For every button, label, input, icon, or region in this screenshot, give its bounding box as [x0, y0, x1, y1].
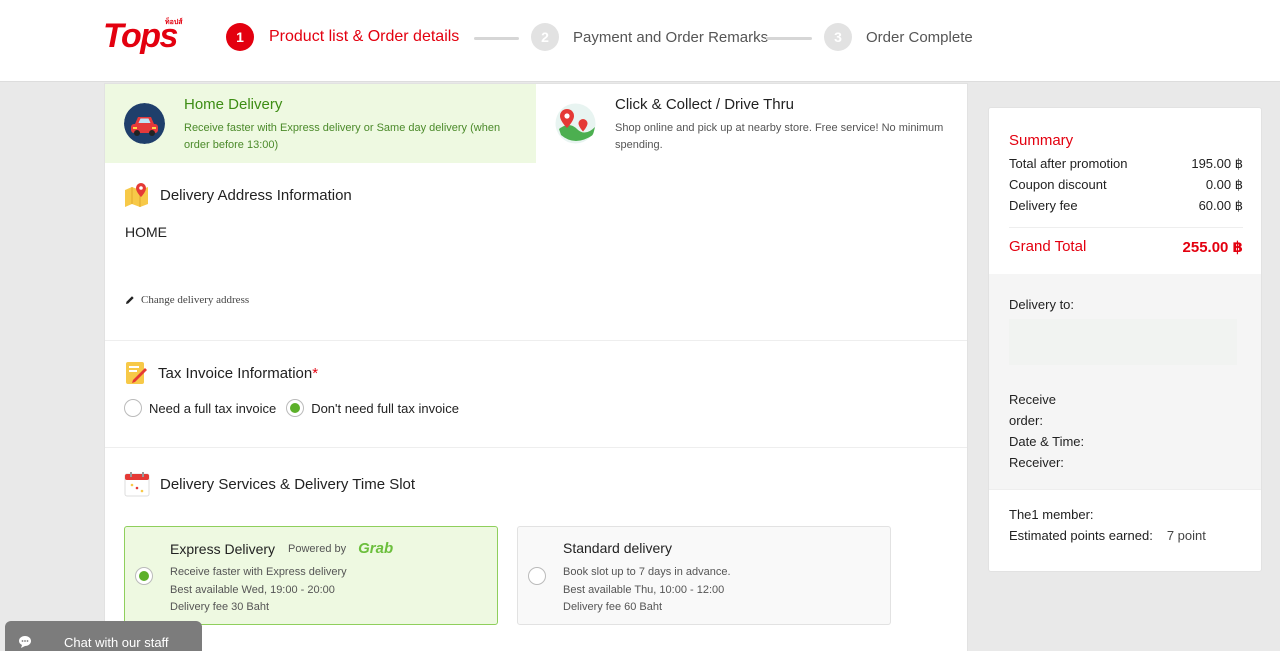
- radio-standard-delivery[interactable]: [528, 567, 546, 585]
- logo-subtext: ท็อปส์: [165, 19, 183, 26]
- step-number: 3: [824, 23, 852, 51]
- the1-member-label: The1 member:: [1009, 507, 1094, 522]
- summary-row-value: 195.00 ฿: [1191, 156, 1243, 171]
- points-label: Estimated points earned:: [1009, 528, 1153, 543]
- step-label: Order Complete: [866, 28, 973, 46]
- grab-logo: Grab: [358, 540, 394, 557]
- tax-section-header: Tax Invoice Information*: [124, 360, 318, 386]
- change-address-label: Change delivery address: [141, 294, 250, 306]
- summary-row: Total after promotion 195.00 ฿: [1009, 156, 1243, 172]
- tab-description: Receive faster with Express delivery or …: [184, 122, 501, 151]
- pencil-icon: [126, 296, 134, 304]
- delivery-address-placeholder: [1009, 319, 1237, 365]
- standard-delivery-card[interactable]: Standard delivery Book slot up to 7 days…: [517, 526, 891, 625]
- delivery-card-title: Express Delivery: [170, 540, 276, 557]
- radio-express-delivery[interactable]: [135, 567, 153, 585]
- step-1: 1 Product list & Order details: [226, 23, 459, 51]
- services-section-header: Delivery Services & Delivery Time Slot: [124, 471, 415, 497]
- detail-line: Delivery fee 60 Baht: [563, 601, 663, 613]
- tab-title: Home Delivery: [184, 96, 283, 113]
- date-time-label: Date & Time:: [1009, 434, 1085, 449]
- step-label: Payment and Order Remarks: [573, 28, 769, 46]
- tax-title-text: Tax Invoice Information: [158, 364, 313, 382]
- summary-row-label: Coupon discount: [1009, 177, 1107, 192]
- points-row: Estimated points earned: 7 point: [1009, 528, 1206, 543]
- express-delivery-card[interactable]: Express Delivery Powered by Grab Receive…: [124, 526, 498, 625]
- delivery-method-tabs: Home Delivery Receive faster with Expres…: [105, 84, 967, 163]
- tab-click-collect[interactable]: Click & Collect / Drive Thru Shop online…: [536, 84, 967, 163]
- delivery-info-block: Delivery to: Receive order: Date & Time:…: [989, 274, 1261, 489]
- detail-line: Best available Wed, 19:00 - 20:00: [170, 583, 335, 596]
- points-value: 7 point: [1166, 528, 1206, 543]
- detail-line: Receive faster with Express delivery: [170, 566, 347, 578]
- detail-line: Book slot up to 7 days in advance.: [563, 566, 731, 578]
- summary-row-value: 60.00 ฿: [1198, 198, 1243, 213]
- grand-total-value: 255.00 ฿: [1182, 239, 1243, 256]
- address-section-header: Delivery Address Information: [124, 182, 352, 208]
- divider: [105, 340, 967, 341]
- section-title: Delivery Services & Delivery Time Slot: [160, 475, 416, 493]
- divider: [105, 447, 967, 448]
- chat-with-staff-button[interactable]: Chat with our staff: [5, 621, 202, 651]
- powered-by-label: Powered by: [288, 542, 347, 555]
- tab-description: Shop online and pick up at nearby store.…: [615, 122, 944, 151]
- detail-line: Delivery fee 30 Baht: [170, 601, 270, 613]
- receive-order-label-2: order:: [1009, 413, 1043, 428]
- option-label: Don't need full tax invoice: [311, 400, 459, 416]
- delivery-card-details: Book slot up to 7 days in advance. Best …: [563, 564, 731, 617]
- header: Tops ท็อปส์ 1 Product list & Order detai…: [0, 0, 1280, 82]
- summary-row-label: Total after promotion: [1009, 156, 1128, 171]
- radio-dot: [290, 403, 301, 413]
- summary-title: Summary: [1009, 132, 1074, 149]
- receiver-label: Receiver:: [1009, 455, 1064, 470]
- receive-order-label: Receive: [1009, 392, 1056, 407]
- required-mark: *: [312, 364, 319, 382]
- chat-bubble-icon: [19, 636, 31, 648]
- step-number: 1: [226, 23, 254, 51]
- summary-row: Delivery fee 60.00 ฿: [1009, 198, 1243, 214]
- grand-total-row: Grand Total 255.00 ฿: [1009, 238, 1243, 256]
- summary-row: Coupon discount 0.00 ฿: [1009, 177, 1243, 193]
- invoice-icon: [126, 362, 147, 384]
- change-address-link[interactable]: Change delivery address: [125, 294, 249, 306]
- option-label: Need a full tax invoice: [149, 400, 277, 416]
- step-connector: [474, 37, 519, 40]
- tab-title: Click & Collect / Drive Thru: [615, 96, 794, 113]
- delivery-card-title: Standard delivery: [563, 540, 672, 556]
- radio-no-tax-invoice[interactable]: [286, 399, 305, 417]
- section-title: Delivery Address Information: [160, 186, 352, 204]
- car-icon: [124, 103, 165, 144]
- detail-line: Best available Thu, 10:00 - 12:00: [563, 583, 725, 596]
- grand-total-label: Grand Total: [1009, 238, 1087, 255]
- radio-dot: [139, 571, 149, 581]
- order-details-panel: Home Delivery Receive faster with Expres…: [104, 83, 968, 651]
- map-location-icon: [125, 183, 148, 207]
- section-title: Tax Invoice Information*: [158, 365, 318, 382]
- delivery-card-title-row: Express Delivery Powered by Grab: [170, 540, 393, 557]
- chat-label: Chat with our staff: [64, 635, 169, 650]
- step-3: 3 Order Complete: [824, 23, 973, 51]
- divider: [1009, 227, 1243, 228]
- delivery-card-title-row: Standard delivery: [563, 540, 672, 556]
- step-connector: [766, 37, 812, 40]
- divider: [989, 489, 1261, 490]
- calendar-icon: [124, 472, 150, 497]
- map-pin-icon: [555, 103, 596, 144]
- address-label: HOME: [125, 224, 167, 240]
- tops-logo[interactable]: Tops ท็อปส์: [103, 16, 183, 56]
- radio-full-tax-invoice[interactable]: [124, 399, 142, 417]
- delivery-card-details: Receive faster with Express delivery Bes…: [170, 564, 347, 617]
- step-2: 2 Payment and Order Remarks: [531, 23, 768, 51]
- step-number: 2: [531, 23, 559, 51]
- summary-row-label: Delivery fee: [1009, 198, 1078, 213]
- tax-invoice-options: Need a full tax invoice Don't need full …: [124, 399, 469, 417]
- order-summary-panel: Summary Total after promotion 195.00 ฿ C…: [988, 107, 1262, 572]
- tab-home-delivery[interactable]: Home Delivery Receive faster with Expres…: [105, 84, 536, 163]
- summary-row-value: 0.00 ฿: [1205, 177, 1243, 192]
- step-label: Product list & Order details: [269, 28, 460, 45]
- delivery-to-label: Delivery to:: [1009, 297, 1075, 312]
